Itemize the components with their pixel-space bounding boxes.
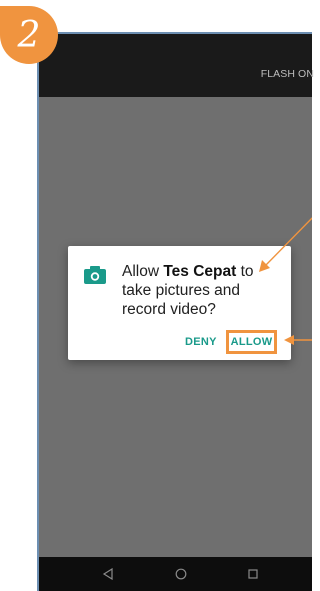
step-badge: 2 [0,6,58,64]
allow-button[interactable]: ALLOW [231,336,273,348]
permission-dialog: Allow Tes Cepat to take pictures and rec… [68,246,291,360]
camera-top-bar: FLASH ON [39,34,314,97]
back-button[interactable] [91,557,125,591]
allow-highlight-box: ALLOW [226,330,277,354]
step-number: 2 [17,15,41,56]
home-circle-icon [175,568,187,580]
camera-icon [84,266,106,284]
android-nav-bar [39,557,312,591]
permission-message: Allow Tes Cepat to take pictures and rec… [122,262,284,319]
back-triangle-icon [102,568,113,580]
flash-toggle[interactable]: FLASH ON [261,68,314,80]
recent-apps-button[interactable] [236,557,270,591]
home-button[interactable] [164,557,198,591]
deny-button[interactable]: DENY [185,336,217,348]
recent-square-icon [248,569,258,579]
phone-screen: FLASH ON Allow Tes Cepat to take picture… [37,32,314,591]
app-name: Tes Cepat [163,263,237,280]
message-prefix: Allow [122,263,164,280]
